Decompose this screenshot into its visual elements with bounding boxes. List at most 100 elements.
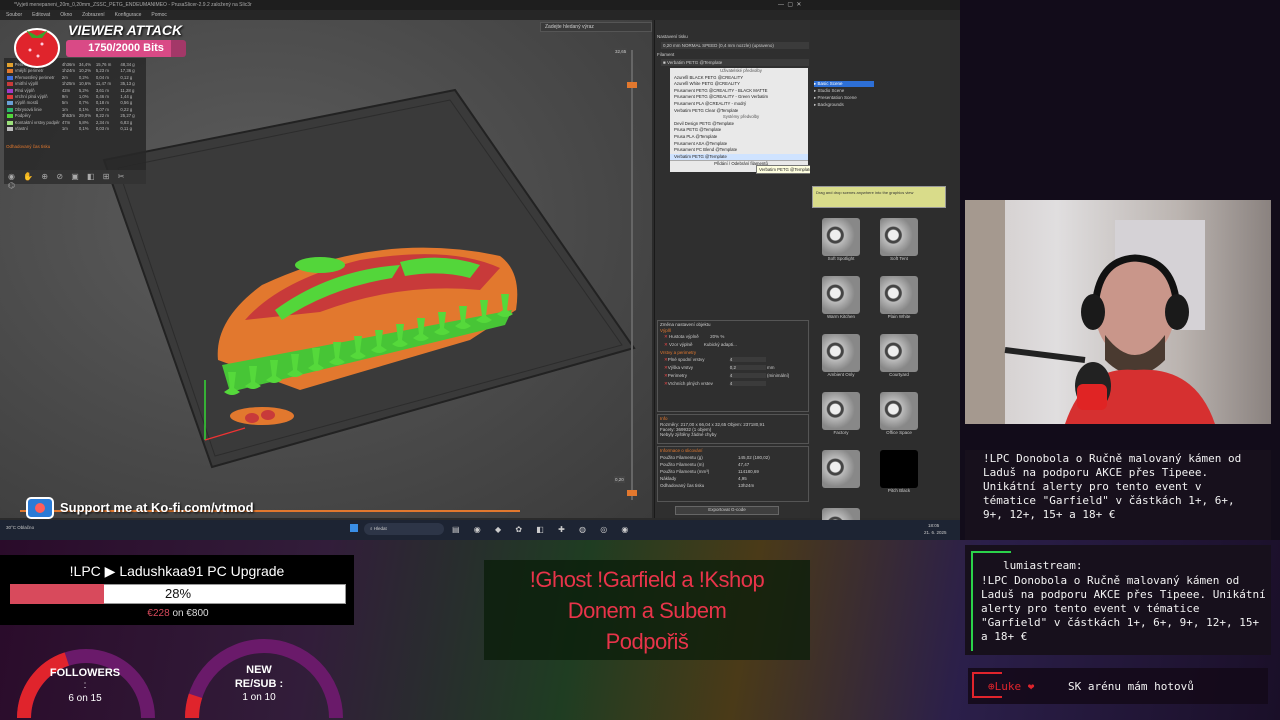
scene-preview (822, 218, 860, 256)
scene-thumbnail-label: Ambient Only (827, 372, 855, 377)
sliced-info-row: Použito Filamentu (mm³) 114180,69 (658, 468, 808, 475)
scene-thumbnail-label: Courtyard (889, 372, 909, 377)
setting-label: Výška vrstvy (667, 365, 694, 370)
scene-thumbnail[interactable] (816, 446, 866, 500)
menu-edit[interactable]: Editovat (32, 12, 50, 18)
export-gcode-button[interactable]: Exportovat G-code (675, 506, 779, 515)
bits-text: 1750/2000 Bits (88, 42, 164, 54)
sliced-label: Náklady (660, 476, 677, 481)
stats-color-swatch (7, 126, 13, 131)
taskbar-apps[interactable]: ▤ ◉ ◆ ✿ ◧ ✚ ◍ ◎ ◉ (452, 525, 634, 534)
filament-option[interactable]: Prusa PLA @Template (670, 134, 808, 141)
scene-list-item[interactable]: ▸ Backgrounds (814, 102, 874, 108)
filament-option[interactable]: Verbatim PETG Clear @Template (670, 108, 808, 115)
scene-thumbnail-label: Pitch Black (887, 488, 911, 493)
filament-tooltip: Verbatim PETG @Template (756, 165, 815, 174)
setting-label: Vrchních plných vrstev (667, 381, 713, 386)
sliced-label: Použito Filamentu (mm³) (660, 469, 710, 474)
filament-select[interactable]: ■ Verbatim PETG @Template (661, 59, 809, 66)
infill-density-row[interactable]: ✕ Hustota výplně 20% % (658, 333, 808, 341)
layer-setting-row[interactable]: ✕ Vrchních plných vrstev 4 (658, 380, 808, 388)
scene-thumbnail[interactable]: Courtyard (874, 330, 924, 384)
filament-option[interactable]: Devil Design PETG @Template (670, 121, 808, 128)
scene-thumbnail[interactable]: Pitch Black (874, 446, 924, 500)
layer-setting-row[interactable]: ✕ Výška vrstvy 0,2 mm (658, 364, 808, 372)
chat-message-2: lumiastream: !LPC Donobola o Ručně malov… (965, 545, 1271, 655)
scene-list-item[interactable]: ▸ Basic Scene (814, 81, 874, 87)
sliced-info-row: Odhadovaný čas tisku 13h24m (658, 482, 808, 489)
setting-value[interactable]: 4 (729, 381, 766, 386)
layer-slider-top-handle (627, 82, 637, 88)
window-controls[interactable]: — ▢ ✕ (778, 1, 801, 8)
filament-option[interactable]: Azurefil White PETG @CREALITY (670, 81, 808, 88)
print-profile-select[interactable]: 0,20 mm NORMAL SPEED (0,4 mm nozzle) (up… (661, 42, 809, 49)
scene-thumbnails: Soft Spotlight Soft Tent Warm Kitchen Plain… (810, 214, 950, 540)
filament-label: Filament (657, 52, 675, 57)
kofi-text: Support me at Ko-fi.com/vtmod (60, 500, 254, 515)
setting-value[interactable]: 4 (729, 357, 766, 362)
scene-thumbnail[interactable]: Ambient Only (816, 330, 866, 384)
setting-label: Perimetry (667, 373, 688, 378)
scene-thumbnail[interactable]: Plain White (874, 272, 924, 326)
stats-m: 0,03 m (95, 125, 109, 131)
scene-drop-hint: Drag and drop scenes anywhere into the g… (812, 186, 946, 208)
stats-color-swatch (7, 114, 13, 119)
setting-value[interactable]: 0,2 (729, 365, 766, 370)
filament-option[interactable]: Prusa PETG @Template (670, 127, 808, 134)
filament-option[interactable]: Prusament PETG @CREALITY - Green Verbati… (670, 94, 808, 101)
menu-window[interactable]: Okno (60, 12, 72, 18)
sliced-value: 145,02 (180,02) (738, 455, 770, 460)
menu-view[interactable]: Zobrazení (82, 12, 105, 18)
filament-option[interactable]: Azurefil BLACK PETG @CREALITY (670, 75, 808, 82)
webcam-feed (965, 200, 1271, 424)
menu-config[interactable]: Konfigurace (115, 12, 142, 18)
filament-option[interactable]: Prusament PC Blend @Template (670, 147, 808, 154)
stats-color-swatch (7, 101, 13, 106)
scene-thumbnail[interactable]: Soft Tent (874, 214, 924, 268)
sliced-info-row: Použito Filamentu (g) 145,02 (180,02) (658, 454, 808, 461)
scene-preview (822, 392, 860, 430)
filament-option[interactable]: Prusament PLA @CREALITY - modrý (670, 101, 808, 108)
layer-setting-row[interactable]: ✕ Perimetry 4 (minimální) (658, 372, 808, 380)
render-app-panel: ▸ Basic Scene ▸ Studio Scene ▸ Presentatio… (810, 20, 960, 540)
sliced-info-row: Použito Filamentu (m) 47,47 (658, 461, 808, 468)
setting-unit: (minimální) (765, 373, 790, 378)
ticker-user: ⊕Luke ❤ (988, 680, 1035, 693)
stats-color-swatch (7, 75, 13, 80)
scene-list-item[interactable]: ▸ Studio Scene (814, 88, 874, 94)
layer-setting-row[interactable]: ✕ Plné spodní vrstvy 4 (658, 356, 808, 364)
chat-text-1: !LPC Donobola o Ručně malovaný kámen od … (983, 452, 1242, 521)
stats-row: Vlastní 1m 0,1% 0,03 m 0,11 g (4, 126, 146, 132)
start-icon[interactable] (350, 524, 358, 532)
menu-help[interactable]: Pomoc (151, 12, 167, 18)
filament-dropdown[interactable]: Uživatelské předvolby Azurefil BLACK PETG… (670, 68, 808, 172)
search-input[interactable]: Zadejte hledaný výraz (540, 22, 652, 32)
scene-list: ▸ Basic Scene ▸ Studio Scene ▸ Presentatio… (814, 80, 874, 109)
filament-option[interactable]: Prusament ASA @Template (670, 141, 808, 148)
filament-option[interactable]: Verbatim PETG @Template (670, 153, 808, 161)
menu-file[interactable]: Soubor (6, 12, 22, 18)
scene-thumbnail[interactable]: Office Space (874, 388, 924, 442)
clock-date: 21. 6. 2025 (924, 530, 947, 535)
scene-thumbnail[interactable]: Factory (816, 388, 866, 442)
scene-thumbnail-label: Soft Tent (890, 256, 908, 261)
scene-thumbnail[interactable]: Soft Spotlight (816, 214, 866, 268)
infill-pattern-row[interactable]: ✕ Vzor výplně Kubický adapti... (658, 341, 808, 349)
chat-message-1: !LPC Donobola o Ručně malovaný kámen od … (965, 450, 1271, 540)
menu-bar: Soubor Editovat Okno Zobrazení Konfigura… (0, 10, 960, 20)
filament-option[interactable]: Prusament PETG @CREALITY - BLACK MATTE (670, 88, 808, 95)
setting-value[interactable]: 4 (729, 373, 766, 378)
scene-list-item[interactable]: ▸ Presentation Scene (814, 95, 874, 101)
layers-section: Vrstvy a perimetry (660, 350, 697, 355)
sliced-info-box: Informace o slicování Použito Filamentu … (657, 446, 809, 502)
info-errors: Nebyly zjištěny žádné chyby (660, 432, 717, 437)
scene-preview (880, 218, 918, 256)
setting-unit: mm (765, 365, 775, 370)
viewport-toolbar[interactable]: ◉ ✋ ⊕ ⊘ ▣ ◧ ⊞ ✂ ⌬ (4, 170, 146, 190)
scene-thumbnail[interactable]: Warm Kitchen (816, 272, 866, 326)
weather: 30°C Oblačno (6, 525, 35, 530)
taskbar-search[interactable]: ⌕ Hledat (364, 523, 444, 535)
object-settings-title: Změna nastavení objektu (660, 322, 711, 327)
newsub-label: NEW RE/SUB : (234, 664, 284, 690)
scene-preview (880, 276, 918, 314)
